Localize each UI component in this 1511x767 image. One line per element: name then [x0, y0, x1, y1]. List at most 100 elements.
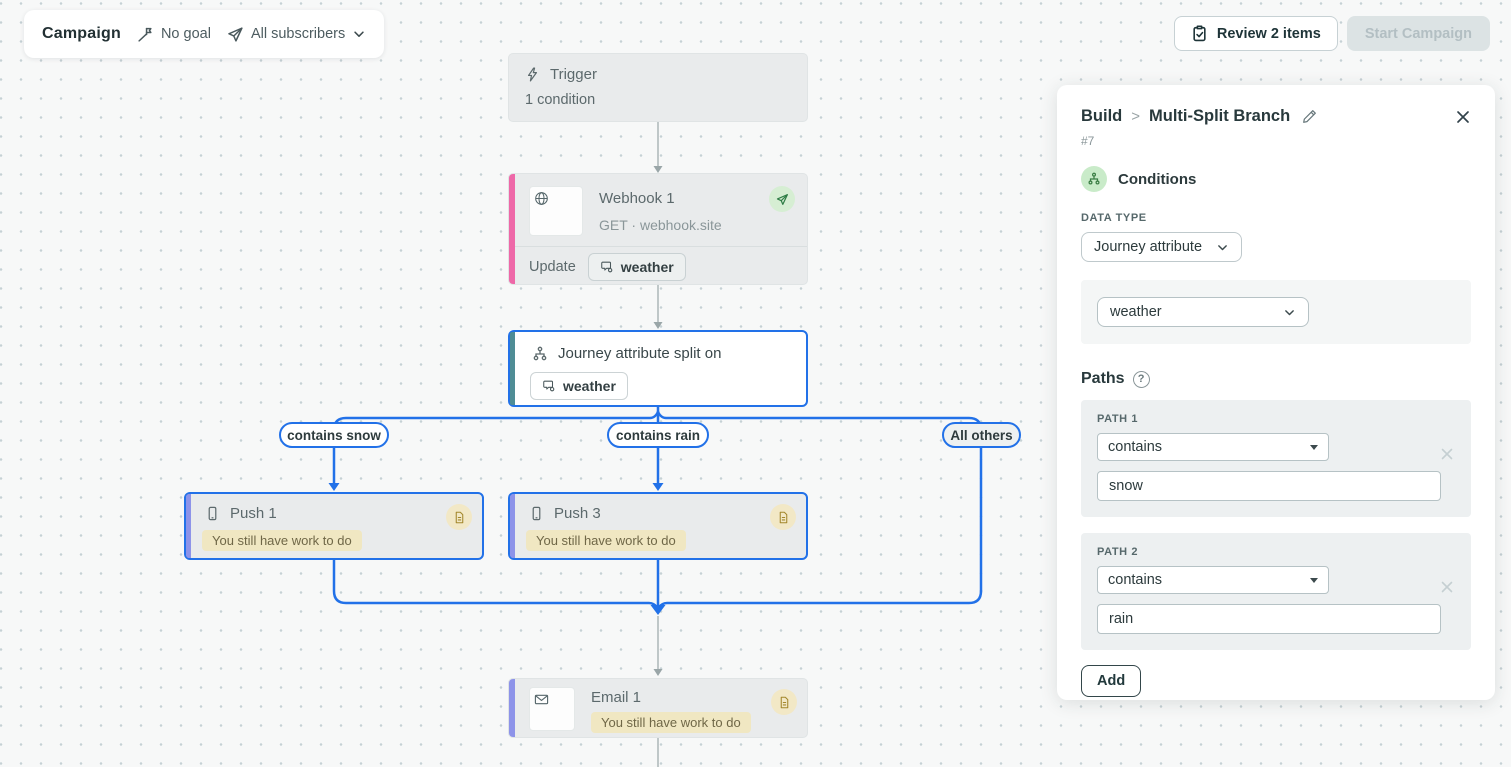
campaign-header-card[interactable]: Campaign No goal All subscribers — [24, 10, 384, 58]
remove-path-button[interactable] — [1439, 579, 1455, 595]
help-icon[interactable]: ? — [1133, 371, 1150, 388]
pencil-icon — [1302, 109, 1317, 124]
paths-label: Paths — [1081, 370, 1125, 388]
path2-value-input[interactable] — [1097, 604, 1441, 634]
path-card-2: PATH 2 contains — [1081, 533, 1471, 650]
lightning-icon — [525, 67, 540, 82]
operator-value: contains — [1108, 572, 1162, 588]
branch-label: All others — [950, 428, 1012, 443]
send-icon — [776, 193, 789, 206]
chevron-down-icon — [1216, 241, 1229, 254]
split-title: Journey attribute split on — [558, 345, 721, 362]
multi-split-node[interactable]: Journey attribute split on weather — [508, 330, 808, 407]
close-icon — [1455, 109, 1471, 125]
push-title: Push 3 — [554, 505, 601, 522]
globe-icon — [534, 191, 549, 206]
draft-status-icon — [770, 504, 796, 530]
goal-setting[interactable]: No goal — [137, 26, 211, 43]
webhook-thumbnail — [529, 186, 583, 236]
work-todo-badge: You still have work to do — [202, 530, 362, 551]
path2-operator-select[interactable]: contains — [1097, 566, 1329, 594]
goal-flag-icon — [137, 26, 154, 43]
email1-node[interactable]: Email 1 You still have work to do — [508, 678, 808, 738]
workflow-canvas[interactable]: Campaign No goal All subscribers Review … — [0, 0, 1511, 767]
conditions-label: Conditions — [1118, 171, 1196, 188]
webhook-node[interactable]: Webhook 1 GET · webhook.site Update weat… — [508, 173, 808, 285]
envelope-icon — [534, 692, 549, 707]
phone-icon — [205, 506, 220, 521]
select-arrow-icon — [1310, 578, 1318, 583]
audience-label: All subscribers — [251, 26, 345, 42]
review-items-label: Review 2 items — [1217, 26, 1321, 42]
attribute-select[interactable]: weather — [1097, 297, 1309, 327]
push1-node[interactable]: Push 1 You still have work to do — [184, 492, 484, 560]
close-icon — [1439, 579, 1455, 595]
branch-pill-all-others[interactable]: All others — [942, 422, 1021, 448]
breadcrumb-separator: > — [1131, 108, 1140, 125]
attribute-icon — [542, 379, 556, 393]
work-todo-badge: You still have work to do — [591, 712, 751, 733]
split-stripe — [510, 332, 515, 405]
chevron-down-icon — [1283, 306, 1296, 319]
trigger-condition-count: 1 condition — [525, 92, 791, 108]
phone-icon — [529, 506, 544, 521]
panel-title: Multi-Split Branch — [1149, 107, 1290, 126]
node-settings-panel: Build > Multi-Split Branch #7 — [1057, 85, 1495, 700]
path-label: PATH 1 — [1097, 413, 1455, 425]
email-thumbnail — [529, 687, 575, 731]
attribute-box: weather — [1081, 280, 1471, 344]
data-type-label: DATA TYPE — [1081, 212, 1471, 224]
document-icon — [453, 511, 466, 524]
webhook-stripe — [509, 174, 515, 284]
webhook-attribute-chip[interactable]: weather — [588, 253, 686, 281]
remove-path-button[interactable] — [1439, 446, 1455, 462]
branch-pill-contains-snow[interactable]: contains snow — [279, 422, 389, 448]
trigger-title: Trigger — [550, 66, 597, 83]
split-branch-icon — [1087, 172, 1101, 186]
top-actions: Review 2 items Start Campaign — [1174, 16, 1490, 51]
split-attribute-name: weather — [563, 378, 616, 394]
add-path-button[interactable]: Add — [1081, 665, 1141, 697]
path-card-1: PATH 1 contains — [1081, 400, 1471, 517]
conditions-header: Conditions — [1081, 166, 1471, 192]
breadcrumb-build-link[interactable]: Build — [1081, 107, 1122, 126]
node-id: #7 — [1081, 134, 1471, 148]
rename-button[interactable] — [1302, 109, 1317, 124]
push-stripe — [186, 494, 191, 558]
work-todo-badge: You still have work to do — [526, 530, 686, 551]
webhook-title: Webhook 1 — [599, 190, 722, 207]
trigger-node[interactable]: Trigger 1 condition — [508, 53, 808, 122]
path1-operator-select[interactable]: contains — [1097, 433, 1329, 461]
push-title: Push 1 — [230, 505, 277, 522]
email-title: Email 1 — [591, 689, 751, 706]
review-items-button[interactable]: Review 2 items — [1174, 16, 1338, 51]
panel-breadcrumb: Build > Multi-Split Branch — [1081, 107, 1471, 126]
close-icon — [1439, 446, 1455, 462]
path1-value-input[interactable] — [1097, 471, 1441, 501]
send-icon — [227, 26, 244, 43]
start-campaign-button[interactable]: Start Campaign — [1347, 16, 1490, 51]
split-attribute-chip[interactable]: weather — [530, 372, 628, 400]
split-branch-icon — [532, 346, 548, 362]
attribute-icon — [600, 260, 614, 274]
webhook-method: GET · webhook.site — [599, 217, 722, 233]
path-label: PATH 2 — [1097, 546, 1455, 558]
push-stripe — [510, 494, 515, 558]
webhook-action-label: Update — [529, 259, 576, 275]
operator-value: contains — [1108, 439, 1162, 455]
clipboard-check-icon — [1191, 25, 1208, 42]
draft-status-icon — [771, 689, 797, 715]
paths-header: Paths ? — [1081, 370, 1471, 388]
goal-label: No goal — [161, 26, 211, 42]
close-panel-button[interactable] — [1455, 109, 1471, 125]
conditions-icon-circle — [1081, 166, 1107, 192]
document-icon — [777, 511, 790, 524]
select-arrow-icon — [1310, 445, 1318, 450]
data-type-select[interactable]: Journey attribute — [1081, 232, 1242, 262]
push3-node[interactable]: Push 3 You still have work to do — [508, 492, 808, 560]
branch-label: contains snow — [287, 428, 381, 443]
draft-status-icon — [446, 504, 472, 530]
audience-setting[interactable]: All subscribers — [227, 26, 366, 43]
branch-pill-contains-rain[interactable]: contains rain — [607, 422, 709, 448]
email-stripe — [509, 679, 515, 737]
